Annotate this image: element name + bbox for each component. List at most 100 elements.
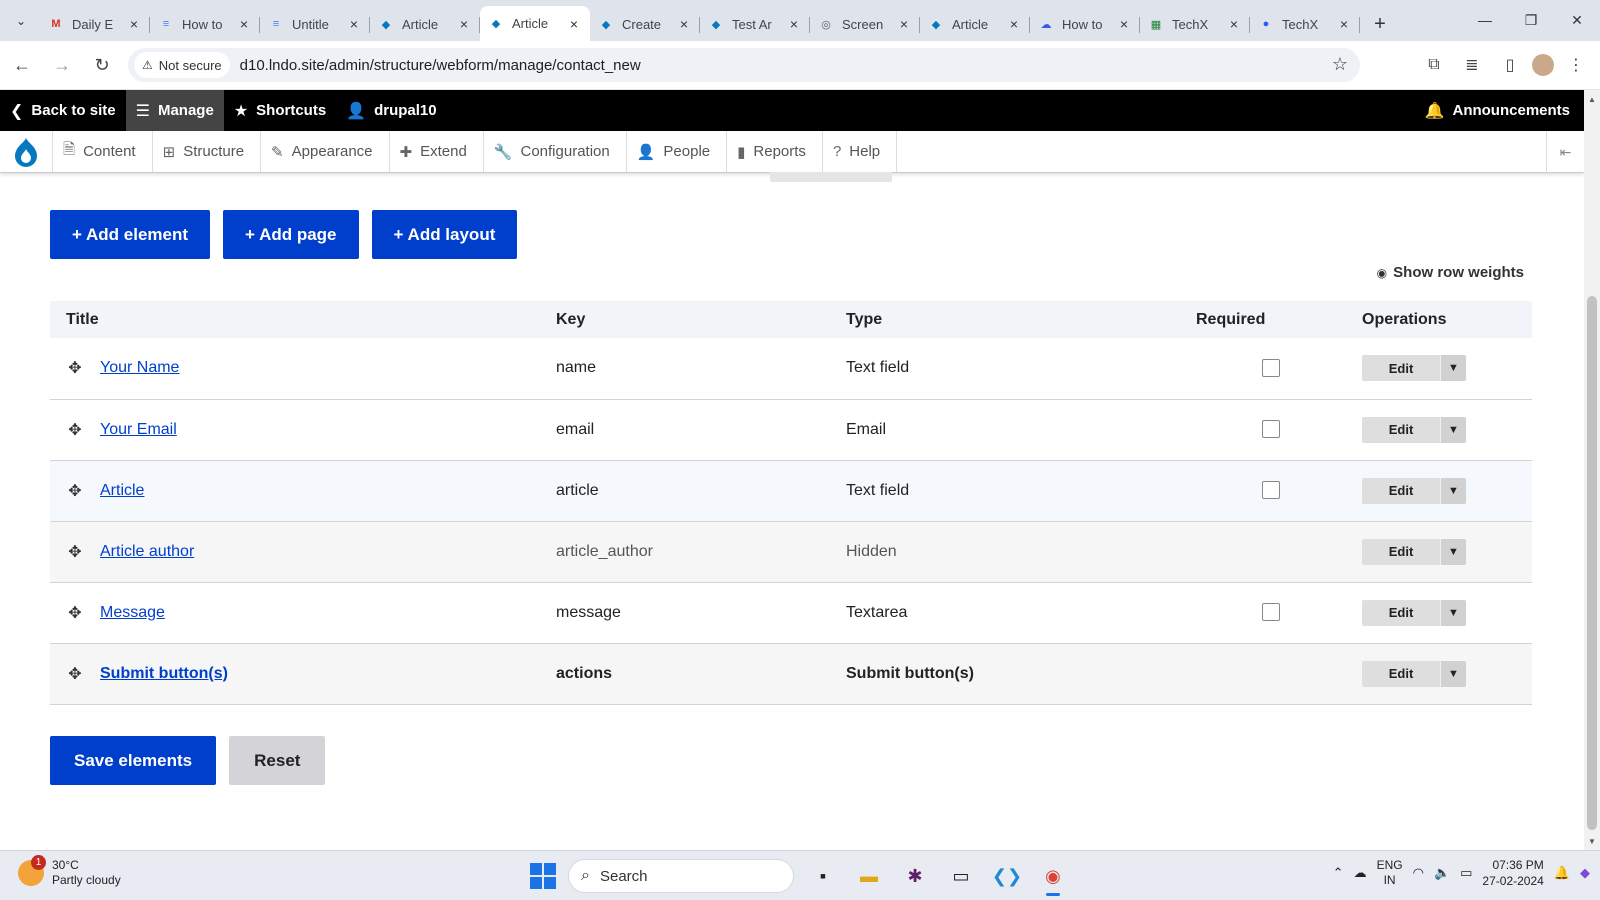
drag-handle-icon[interactable]: ✥ [66,358,84,378]
element-title-link[interactable]: Article [100,482,144,499]
tab-search-chevron-icon[interactable]: ⌄ [8,8,34,34]
weather-widget[interactable]: 1 30°C Partly cloudy [18,855,121,888]
required-checkbox[interactable] [1262,481,1280,500]
element-title-link[interactable]: Article author [100,543,194,560]
forward-arrow-icon[interactable]: → [44,47,80,83]
edit-button[interactable]: Edit [1362,599,1440,626]
close-tab-icon[interactable]: × [456,16,472,32]
element-title-link[interactable]: Message [100,604,165,621]
new-tab-icon[interactable]: + [1366,10,1394,38]
browser-tab[interactable]: ◆ Article × [480,6,590,41]
add-layout-button[interactable]: + Add layout [371,210,518,259]
required-checkbox[interactable] [1262,603,1280,622]
drag-handle-icon[interactable]: ✥ [66,603,84,623]
browser-menu-icon[interactable]: ⋮ [1560,48,1592,82]
add-page-button[interactable]: + Add page [223,210,359,259]
battery-icon[interactable]: ▭ [1460,865,1472,881]
scroll-up-icon[interactable]: ▲ [1584,92,1600,106]
terminal-icon[interactable]: ▭ [944,859,978,893]
task-view-icon[interactable]: ▪ [806,859,840,893]
add-element-button[interactable]: + Add element [50,210,211,259]
edit-button[interactable]: Edit [1362,355,1440,382]
drag-handle-icon[interactable]: ✥ [66,542,84,562]
browser-tab[interactable]: ≡ How to × [150,9,260,39]
media-controls-icon[interactable]: ≣ [1456,48,1488,82]
back-to-site-link[interactable]: ❮ Back to site [0,90,126,131]
save-elements-button[interactable]: Save elements [50,736,217,785]
announcements-tab[interactable]: 🔔 Announcements [1425,90,1570,131]
url-text[interactable]: d10.lndo.site/admin/structure/webform/ma… [240,57,641,74]
reload-icon[interactable]: ↻ [84,47,120,83]
scroll-down-icon[interactable]: ▼ [1584,834,1600,848]
chevron-down-icon[interactable]: ▼ [1440,660,1466,687]
admin-menu-reports[interactable]: ▮ Reports [727,131,823,172]
edit-button[interactable]: Edit [1362,477,1440,504]
reset-button[interactable]: Reset [229,736,326,785]
close-window-icon[interactable]: ✕ [1554,0,1600,40]
clock[interactable]: 07:36 PM 27-02-2024 [1482,857,1543,889]
volume-icon[interactable]: 🔈 [1434,865,1450,881]
close-tab-icon[interactable]: × [236,16,252,32]
element-title-link[interactable]: Submit button(s) [100,665,228,682]
browser-tab[interactable]: M Daily E × [40,9,150,39]
chrome-icon[interactable]: ◉ [1036,859,1070,896]
required-checkbox[interactable] [1262,359,1280,378]
browser-tab[interactable]: ▦ TechX × [1140,9,1250,39]
file-explorer-icon[interactable]: ▬ [852,859,886,893]
show-row-weights-link[interactable]: ◉ Show row weights [1377,264,1524,281]
drag-handle-icon[interactable]: ✥ [66,664,84,684]
admin-menu-help[interactable]: ? Help [823,131,898,172]
close-tab-icon[interactable]: × [1006,16,1022,32]
close-tab-icon[interactable]: × [676,16,692,32]
edit-button[interactable]: Edit [1362,538,1440,565]
browser-tab[interactable]: ◆ Article × [920,9,1030,39]
collapse-tray-icon[interactable]: ⇤ [1546,131,1584,173]
edit-button[interactable]: Edit [1362,416,1440,443]
copilot-icon[interactable]: ◆ [1580,865,1590,881]
close-tab-icon[interactable]: × [896,16,912,32]
taskbar-search-box[interactable]: ⌕ Search [568,859,794,893]
drag-handle-icon[interactable]: ✥ [66,420,84,440]
minimize-icon[interactable]: — [1462,0,1508,40]
side-panel-icon[interactable]: ▯ [1494,48,1526,82]
browser-tab[interactable]: ◎ Screen × [810,9,920,39]
slack-icon[interactable]: ✱ [898,859,932,893]
browser-tab[interactable]: ◆ Test Ar × [700,9,810,39]
chevron-down-icon[interactable]: ▼ [1440,538,1466,565]
browser-tab[interactable]: ☁ How to × [1030,9,1140,39]
close-tab-icon[interactable]: × [346,16,362,32]
close-tab-icon[interactable]: × [1226,16,1242,32]
browser-tab[interactable]: ≡ Untitle × [260,9,370,39]
profile-avatar[interactable] [1532,54,1554,76]
admin-menu-configuration[interactable]: 🔧 Configuration [484,131,627,172]
edit-button[interactable]: Edit [1362,660,1440,687]
chevron-down-icon[interactable]: ▼ [1440,416,1466,443]
notifications-bell-icon[interactable]: 🔔 [1554,865,1570,881]
admin-menu-appearance[interactable]: ✎ Appearance [261,131,390,172]
extensions-icon[interactable]: ⧉ [1418,48,1450,82]
chevron-down-icon[interactable]: ▼ [1440,355,1466,382]
element-title-link[interactable]: Your Name [100,359,179,376]
restore-icon[interactable]: ❐ [1508,0,1554,40]
wifi-icon[interactable]: ◠ [1413,865,1424,881]
drupal-logo-icon[interactable] [0,131,52,172]
browser-tab[interactable]: ◆ Article × [370,9,480,39]
windows-start-icon[interactable] [530,863,556,889]
admin-menu-people[interactable]: 👤 People [627,131,728,172]
manage-tab[interactable]: ☰ Manage [125,90,224,131]
chevron-down-icon[interactable]: ▼ [1440,477,1466,504]
chevron-down-icon[interactable]: ▼ [1440,599,1466,626]
shortcuts-tab[interactable]: ★ Shortcuts [224,90,336,131]
element-title-link[interactable]: Your Email [100,421,177,438]
bookmark-star-icon[interactable]: ☆ [1332,54,1348,75]
admin-menu-content[interactable]: 🗎 Content [52,131,153,172]
user-tab[interactable]: 👤 drupal10 [336,90,446,131]
back-arrow-icon[interactable]: ← [4,47,40,83]
admin-menu-structure[interactable]: ⊞ Structure [153,131,262,172]
security-chip[interactable]: ⚠ Not secure [134,52,230,78]
language-indicator[interactable]: ENG IN [1377,858,1403,888]
page-scrollbar[interactable]: ▲ ▼ [1584,90,1600,850]
show-hidden-icons-icon[interactable]: ⌃ [1333,865,1344,881]
onedrive-icon[interactable]: ☁ [1354,865,1367,881]
close-tab-icon[interactable]: × [1336,16,1352,32]
